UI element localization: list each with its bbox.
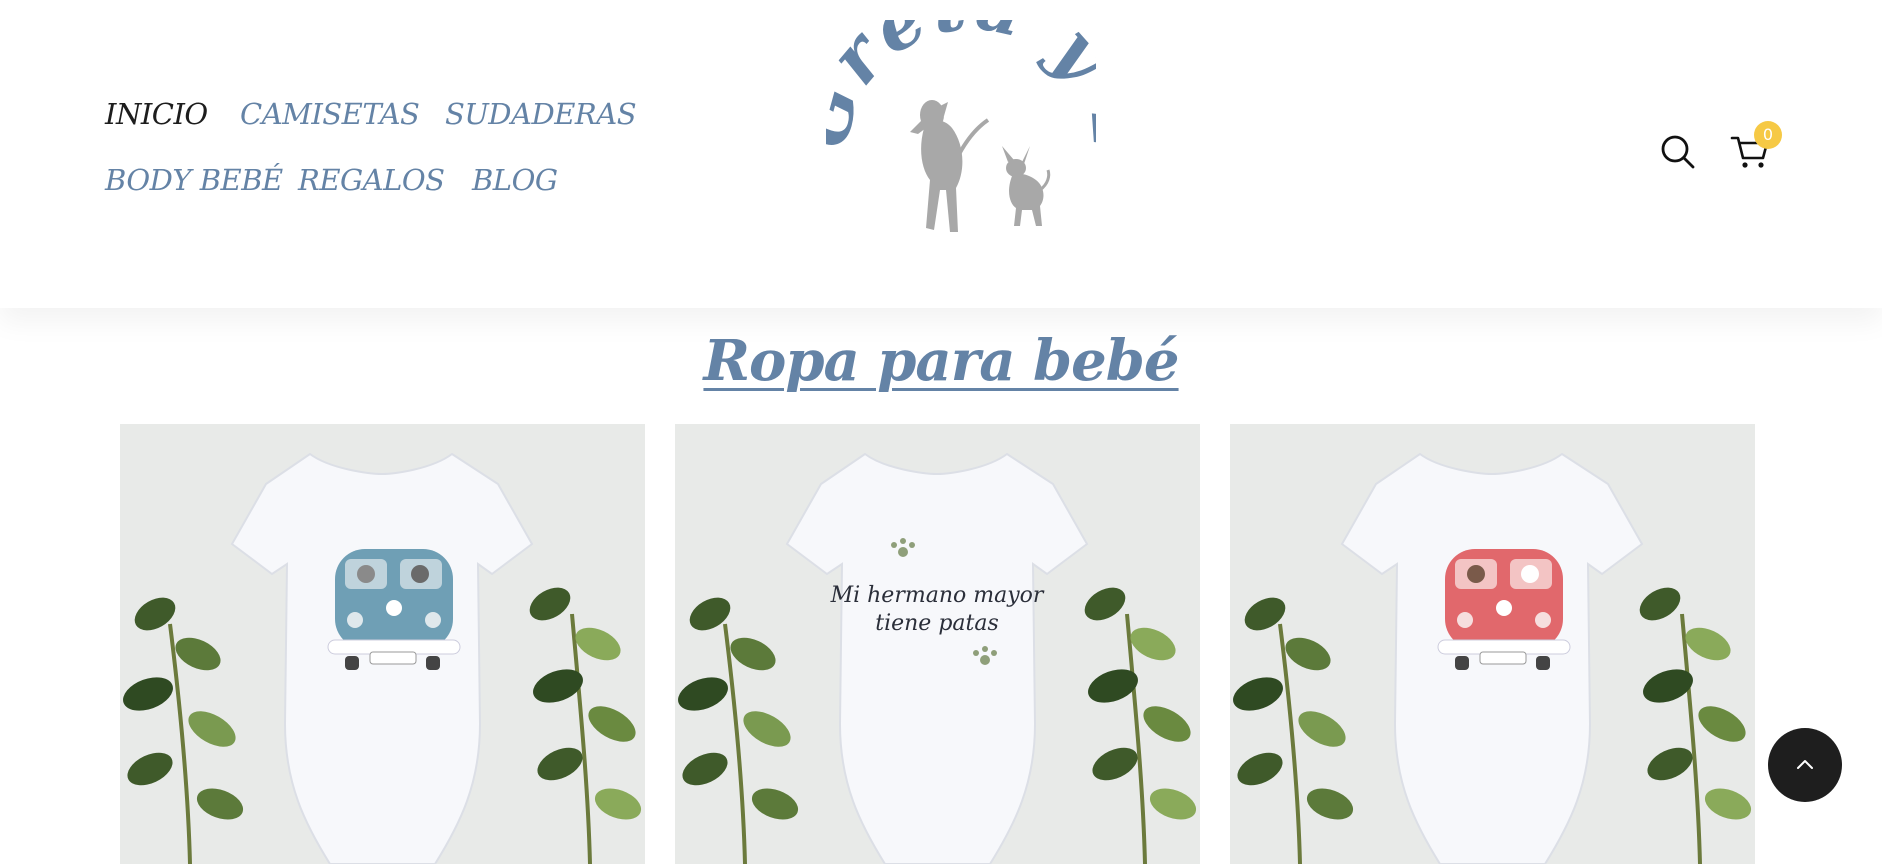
search-button[interactable] [1660, 134, 1696, 170]
nav-item-camisetas[interactable]: CAMISETAS [240, 97, 420, 131]
nav-item-regalos[interactable]: REGALOS [298, 163, 445, 197]
product-image-red-van [1230, 424, 1755, 864]
chevron-up-icon [1797, 760, 1813, 769]
svg-text:Mi hermano mayor: Mi hermano mayor [830, 583, 1045, 608]
product-card-3[interactable] [1230, 424, 1755, 864]
product-image-blue-van [120, 424, 645, 864]
site-logo[interactable]: Greta y Pío [778, 0, 1160, 250]
page-title[interactable]: Ropa para bebé [0, 328, 1882, 394]
scroll-to-top-button[interactable] [1768, 728, 1842, 802]
product-card-1[interactable] [120, 424, 645, 864]
nav-item-inicio[interactable]: INICIO [105, 97, 208, 131]
search-icon [1661, 135, 1695, 169]
product-card-2[interactable]: Mi hermano mayor tiene patas [675, 424, 1200, 864]
nav-item-blog[interactable]: BLOG [472, 163, 558, 197]
product-image-hermano-mayor: Mi hermano mayor tiene patas [675, 424, 1200, 864]
dogs-silhouette-logo-icon: Greta y Pío [778, 0, 1160, 232]
cart-count-badge: 0 [1754, 121, 1782, 149]
site-header: INICIO CAMISETAS SUDADERAS BODY BEBÉ REG… [0, 0, 1882, 308]
nav-item-sudaderas[interactable]: SUDADERAS [445, 97, 637, 131]
svg-text:tiene patas: tiene patas [875, 611, 999, 636]
nav-item-body-bebe[interactable]: BODY BEBÉ [105, 163, 283, 197]
